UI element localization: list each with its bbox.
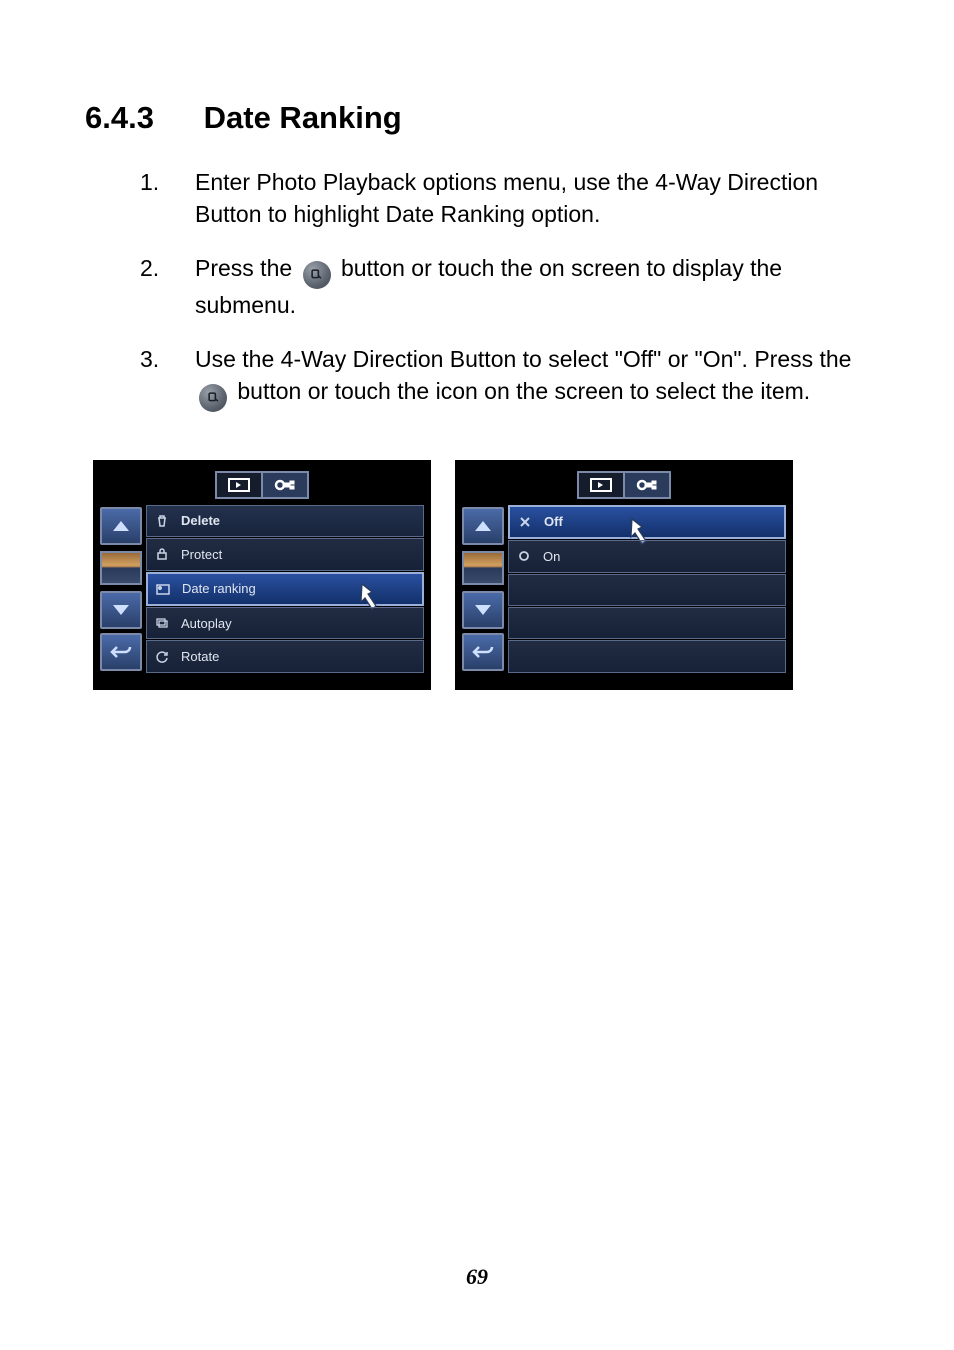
set-button-icon xyxy=(303,261,331,289)
submenu-item-on[interactable]: On xyxy=(508,540,786,572)
nav-down-button[interactable] xyxy=(100,591,142,629)
menu-label: Autoplay xyxy=(181,616,232,631)
step-text: Press the button or touch the on screen … xyxy=(195,252,869,321)
preview-thumbnail xyxy=(100,551,142,585)
nav-back-button[interactable] xyxy=(100,633,142,671)
menu-item-date-ranking[interactable]: Date ranking xyxy=(146,572,424,606)
side-nav xyxy=(96,501,146,677)
tab-playback[interactable] xyxy=(215,471,263,499)
set-button-icon xyxy=(199,384,227,412)
nav-back-button[interactable] xyxy=(462,633,504,671)
camera-screenshot-submenu: Off On xyxy=(455,460,793,690)
screenshots-row: Delete Protect Date ranking Autoplay xyxy=(93,460,869,690)
menu-item-protect[interactable]: Protect xyxy=(146,538,424,570)
manual-page: 6.4.3 Date Ranking 1. Enter Photo Playba… xyxy=(0,0,954,1350)
menu-label: Protect xyxy=(181,547,222,562)
submenu-item-empty xyxy=(508,574,786,606)
submenu-label: Off xyxy=(544,514,563,529)
lock-icon xyxy=(153,547,171,561)
section-title: Date Ranking xyxy=(204,100,402,135)
tab-playback[interactable] xyxy=(577,471,625,499)
step-number: 3. xyxy=(140,343,195,412)
calendar-icon xyxy=(154,582,172,596)
menu-item-autoplay[interactable]: Autoplay xyxy=(146,607,424,639)
menu-label: Rotate xyxy=(181,649,219,664)
nav-down-button[interactable] xyxy=(462,591,504,629)
nav-up-button[interactable] xyxy=(462,507,504,545)
submenu-label: On xyxy=(543,549,560,564)
instruction-step: 2. Press the button or touch the on scre… xyxy=(140,252,869,321)
step-number: 2. xyxy=(140,252,195,321)
tab-setup[interactable] xyxy=(623,471,671,499)
tab-setup[interactable] xyxy=(261,471,309,499)
trash-icon xyxy=(153,514,171,528)
submenu-item-off[interactable]: Off xyxy=(508,505,786,539)
preview-thumbnail xyxy=(462,551,504,585)
menu-item-rotate[interactable]: Rotate xyxy=(146,640,424,672)
menu-label: Delete xyxy=(181,513,220,528)
circle-icon xyxy=(515,550,533,562)
step-number: 1. xyxy=(140,166,195,230)
side-nav xyxy=(458,501,508,677)
tab-bar xyxy=(458,463,790,501)
options-list: Delete Protect Date ranking Autoplay xyxy=(146,501,428,677)
instruction-step: 3. Use the 4-Way Direction Button to sel… xyxy=(140,343,869,412)
instruction-step: 1. Enter Photo Playback options menu, us… xyxy=(140,166,869,230)
section-number: 6.4.3 xyxy=(85,100,195,136)
instruction-list: 1. Enter Photo Playback options menu, us… xyxy=(140,166,869,412)
rotate-icon xyxy=(153,650,171,664)
step-text: Use the 4-Way Direction Button to select… xyxy=(195,343,869,412)
menu-label: Date ranking xyxy=(182,581,256,596)
submenu-item-empty xyxy=(508,640,786,672)
nav-up-button[interactable] xyxy=(100,507,142,545)
step-text: Enter Photo Playback options menu, use t… xyxy=(195,166,869,230)
slideshow-icon xyxy=(153,616,171,630)
tab-bar xyxy=(96,463,428,501)
section-heading: 6.4.3 Date Ranking xyxy=(85,100,869,136)
submenu-list: Off On xyxy=(508,501,790,677)
page-number: 69 xyxy=(0,1264,954,1290)
camera-screenshot-options: Delete Protect Date ranking Autoplay xyxy=(93,460,431,690)
x-icon xyxy=(516,516,534,528)
menu-item-delete[interactable]: Delete xyxy=(146,505,424,537)
submenu-item-empty xyxy=(508,607,786,639)
